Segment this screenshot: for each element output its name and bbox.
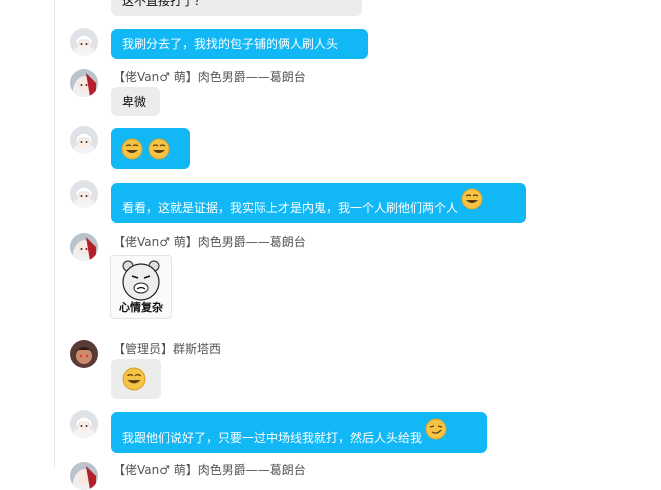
sender-name: 【管理员】群斯塔西 (113, 342, 222, 356)
message-bubble: 我跟他们说好了，只要一过中场线我就打，然后人头给我 (111, 412, 487, 453)
avatar-admin[interactable] (70, 340, 98, 368)
grin-emoji-icon (122, 367, 146, 391)
message-bubble: 我刷分去了，我找的包子铺的俩人刷人头 (111, 29, 368, 59)
avatar-self[interactable] (70, 180, 98, 208)
sender-name: 【佬Van♂ 萌】肉色男爵——葛朗台 (113, 235, 306, 249)
chat-left-border (54, 0, 55, 468)
message-text: 看看，这就是证据，我实际上才是内鬼，我一个人刷他们两个人 (122, 201, 459, 215)
grin-emoji-icon (121, 138, 143, 159)
sticker-image[interactable]: 心情复杂 (110, 255, 172, 319)
message-text: 我刷分去了，我找的包子铺的俩人刷人头 (122, 37, 339, 51)
message-bubble: 看看，这就是证据，我实际上才是内鬼，我一个人刷他们两个人 (111, 183, 526, 223)
message-bubble (111, 359, 161, 399)
avatar-self[interactable] (70, 28, 98, 56)
sticker-caption: 心情复杂 (119, 301, 163, 314)
message-text: 我跟他们说好了，只要一过中场线我就打，然后人头给我 (122, 430, 423, 445)
avatar-sender[interactable] (70, 462, 98, 490)
sender-name: 【佬Van♂ 萌】肉色男爵——葛朗台 (113, 463, 306, 477)
grin-emoji-icon (461, 188, 483, 210)
grin-emoji-icon (148, 138, 170, 159)
message-text: 这不直接打了？ (122, 0, 207, 8)
avatar-sender[interactable] (70, 69, 98, 97)
message-bubble: 卑微 (111, 87, 160, 116)
avatar-sender[interactable] (70, 233, 98, 261)
message-text: 卑微 (122, 94, 147, 109)
message-bubble: 这不直接打了？ (111, 0, 362, 16)
avatar-self[interactable] (70, 410, 98, 438)
message-bubble (111, 128, 190, 169)
avatar-self[interactable] (70, 126, 98, 154)
sender-name: 【佬Van♂ 萌】肉色男爵——葛朗台 (113, 70, 306, 84)
smirk-emoji-icon (425, 418, 447, 439)
